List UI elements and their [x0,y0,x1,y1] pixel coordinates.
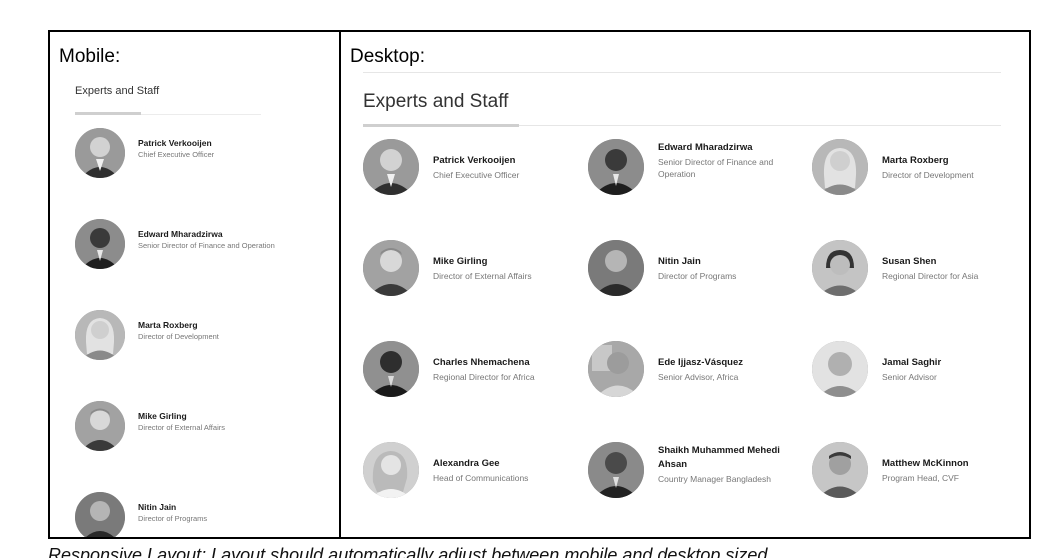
staff-card[interactable]: Charles Nhemachena Regional Director for… [363,341,583,401]
staff-card[interactable]: Patrick Verkooijen Chief Executive Offic… [363,139,583,199]
comparison-frame: Mobile: Experts and Staff Patrick Verkoo… [48,30,1031,539]
person-photo-icon [75,128,125,178]
staff-card[interactable]: Nitin Jain Director of Programs [588,240,808,300]
person-photo-icon [75,310,125,360]
person-photo-icon [812,442,868,498]
staff-card[interactable]: Matthew McKinnon Program Head, CVF [812,442,1029,502]
staff-name[interactable]: Mike Girling [138,411,318,422]
staff-role: Chief Executive Officer [433,169,520,180]
mobile-label: Mobile: [59,46,121,67]
staff-name[interactable]: Edward Mharadzirwa [138,229,318,240]
mobile-pane: Mobile: Experts and Staff Patrick Verkoo… [50,32,339,537]
staff-card[interactable]: Susan Shen Regional Director for Asia [812,240,1029,300]
staff-role: Head of Communications [433,472,529,483]
person-photo-icon [363,139,419,195]
staff-role: Director of Programs [138,514,208,524]
staff-role: Program Head, CVF [882,472,959,483]
mobile-title-accent [75,112,141,115]
person-photo-icon [75,219,125,269]
person-photo-icon [812,240,868,296]
staff-name[interactable]: Marta Roxberg [138,320,318,331]
staff-card[interactable]: Mike Girling Director of External Affair… [75,401,325,461]
staff-role: Chief Executive Officer [138,150,215,160]
person-photo-icon [812,139,868,195]
caption: Responsive Layout: Layout should automat… [48,545,768,558]
staff-name[interactable]: Edward Mharadzirwa [658,141,808,155]
staff-card[interactable]: Marta Roxberg Director of Development [75,310,325,370]
staff-name[interactable]: Matthew McKinnon [882,457,1029,471]
person-photo-icon [363,442,419,498]
staff-card[interactable]: Edward Mharadzirwa Senior Director of Fi… [75,219,325,279]
person-photo-icon [588,139,644,195]
person-photo-icon [588,442,644,498]
desktop-section-title: Experts and Staff [363,91,509,112]
staff-role: Director of External Affairs [433,270,532,281]
staff-name[interactable]: Charles Nhemachena [433,356,583,370]
staff-role: Country Manager Bangladesh [658,473,771,484]
desktop-pane: Desktop: Experts and Staff Patrick Verko… [341,32,1029,537]
staff-name[interactable]: Nitin Jain [658,255,808,269]
staff-card[interactable]: Shaikh Muhammed Mehedi Ahsan Country Man… [588,442,808,502]
person-photo-icon [588,341,644,397]
staff-card[interactable]: Alexandra Gee Head of Communications [363,442,583,502]
staff-role: Regional Director for Asia [882,270,979,281]
staff-card[interactable]: Nitin Jain Director of Programs [75,492,325,537]
staff-name[interactable]: Mike Girling [433,255,583,269]
staff-name[interactable]: Susan Shen [882,255,1029,269]
staff-role: Senior Director of Finance and Operation [658,156,774,180]
staff-name[interactable]: Nitin Jain [138,502,318,513]
staff-role: Director of Development [882,169,974,180]
staff-role: Senior Director of Finance and Operation [138,241,275,251]
staff-name[interactable]: Alexandra Gee [433,457,583,471]
desktop-top-rule [363,72,1001,73]
person-photo-icon [363,341,419,397]
staff-card[interactable]: Mike Girling Director of External Affair… [363,240,583,300]
staff-role: Senior Advisor [882,371,937,382]
staff-role: Director of Development [138,332,219,342]
mobile-section-title: Experts and Staff [75,85,160,97]
staff-name[interactable]: Shaikh Muhammed Mehedi Ahsan [658,444,808,472]
staff-name[interactable]: Marta Roxberg [882,154,1029,168]
person-photo-icon [812,341,868,397]
staff-card[interactable]: Ede Ijjasz-Vásquez Senior Advisor, Afric… [588,341,808,401]
staff-role: Senior Advisor, Africa [658,371,739,382]
staff-card[interactable]: Edward Mharadzirwa Senior Director of Fi… [588,139,808,199]
staff-name[interactable]: Jamal Saghir [882,356,1029,370]
staff-name[interactable]: Patrick Verkooijen [138,138,318,149]
desktop-label: Desktop: [350,46,425,67]
staff-card[interactable]: Jamal Saghir Senior Advisor [812,341,1029,401]
person-photo-icon [75,492,125,537]
person-photo-icon [363,240,419,296]
staff-role: Regional Director for Africa [433,371,535,382]
staff-name[interactable]: Patrick Verkooijen [433,154,583,168]
staff-card[interactable]: Patrick Verkooijen Chief Executive Offic… [75,128,325,188]
staff-role: Director of Programs [658,270,737,281]
person-photo-icon [75,401,125,451]
staff-role: Director of External Affairs [138,423,225,433]
desktop-title-accent [363,124,519,127]
staff-card[interactable]: Marta Roxberg Director of Development [812,139,1029,199]
staff-name[interactable]: Ede Ijjasz-Vásquez [658,356,808,370]
person-photo-icon [588,240,644,296]
